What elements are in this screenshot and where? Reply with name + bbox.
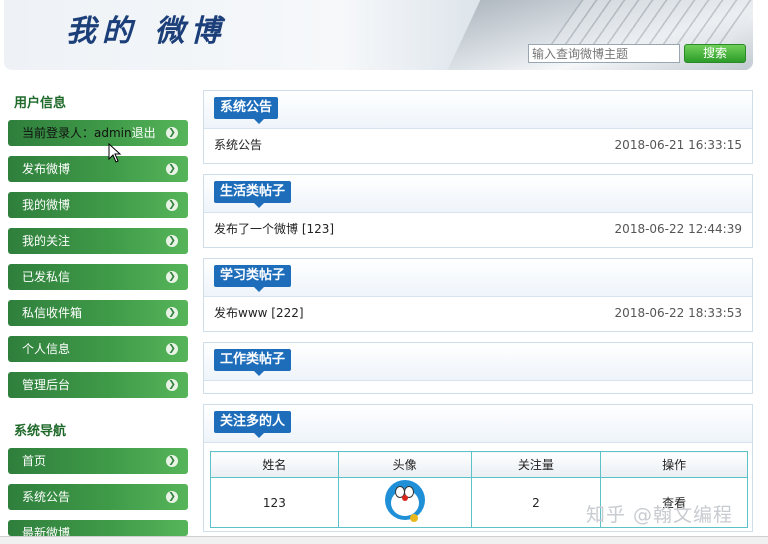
sidebar-item-label: 系统公告 bbox=[22, 490, 71, 504]
cell-avatar bbox=[337, 477, 472, 528]
current-user-label: 当前登录人： bbox=[22, 126, 95, 140]
chevron-right-icon: ❯ bbox=[166, 199, 178, 211]
table-header-row: 姓名 头像 关注量 操作 bbox=[210, 451, 748, 478]
chevron-right-icon: ❯ bbox=[166, 379, 178, 391]
panel-header: 学习类帖子 bbox=[204, 259, 752, 297]
sidebar-item-label: 我的微博 bbox=[22, 198, 71, 212]
list-item[interactable]: 发布www [222] 2018-06-22 18:33:53 bbox=[204, 297, 752, 329]
chevron-right-icon: ❯ bbox=[166, 127, 178, 139]
cell-name: 123 bbox=[210, 477, 339, 528]
post-title[interactable]: 系统公告 bbox=[214, 138, 262, 152]
header-banner: 我的 微博 搜索 bbox=[4, 0, 753, 70]
mouse-cursor-icon bbox=[108, 143, 122, 163]
panel-title: 系统公告 bbox=[214, 97, 279, 124]
sidebar-item-admin[interactable]: 管理后台 ❯ bbox=[8, 372, 188, 398]
nav-section-title: 系统导航 bbox=[14, 424, 67, 439]
user-section-title: 用户信息 bbox=[14, 96, 67, 111]
list-item[interactable]: 发布了一个微博 [123] 2018-06-22 12:44:39 bbox=[204, 213, 752, 245]
site-title: 我的 微博 bbox=[66, 14, 227, 49]
panel-title: 关注多的人 bbox=[214, 411, 292, 438]
sidebar-item-label: 最新微博 bbox=[22, 526, 71, 536]
chevron-right-icon: ❯ bbox=[166, 163, 178, 175]
panel-title: 学习类帖子 bbox=[214, 265, 292, 292]
search-input[interactable] bbox=[528, 44, 680, 63]
panel-header: 系统公告 bbox=[204, 91, 752, 129]
column-header-action: 操作 bbox=[600, 451, 748, 478]
panel-header: 工作类帖子 bbox=[204, 343, 752, 381]
chevron-right-icon: ❯ bbox=[166, 491, 178, 503]
sidebar-item-post-weibo[interactable]: 发布微博 ❯ bbox=[8, 156, 188, 182]
column-header-follows: 关注量 bbox=[470, 451, 602, 478]
sidebar-item-profile[interactable]: 个人信息 ❯ bbox=[8, 336, 188, 362]
sidebar-item-label: 我的关注 bbox=[22, 234, 71, 248]
announcement-panel: 系统公告 系统公告 2018-06-21 16:33:15 bbox=[203, 90, 753, 164]
sidebar-item-sent-messages[interactable]: 已发私信 ❯ bbox=[8, 264, 188, 290]
chevron-right-icon: ❯ bbox=[166, 271, 178, 283]
sidebar-item-announcements[interactable]: 系统公告 ❯ bbox=[8, 484, 188, 510]
sidebar-item-label: 管理后台 bbox=[22, 378, 71, 392]
sidebar-item-home[interactable]: 首页 ❯ bbox=[8, 448, 188, 474]
sidebar-item-inbox[interactable]: 私信收件箱 ❯ bbox=[8, 300, 188, 326]
sidebar-item-my-follows[interactable]: 我的关注 ❯ bbox=[8, 228, 188, 254]
sidebar-item-label: 首页 bbox=[22, 454, 47, 468]
watermark: 知乎 @翰文编程 bbox=[586, 504, 734, 526]
post-title[interactable]: 发布了一个微博 [123] bbox=[214, 222, 334, 236]
study-posts-panel: 学习类帖子 发布www [222] 2018-06-22 18:33:53 bbox=[203, 258, 753, 332]
sidebar-item-label: 私信收件箱 bbox=[22, 306, 83, 320]
chevron-right-icon: ❯ bbox=[166, 235, 178, 247]
work-posts-panel: 工作类帖子 bbox=[203, 342, 753, 394]
post-date: 2018-06-22 18:33:53 bbox=[614, 306, 742, 320]
chevron-right-icon: ❯ bbox=[166, 343, 178, 355]
panel-title: 生活类帖子 bbox=[214, 181, 292, 208]
post-title[interactable]: 发布www [222] bbox=[214, 306, 304, 320]
search-button[interactable]: 搜索 bbox=[684, 44, 746, 63]
sidebar-item-label: 已发私信 bbox=[22, 270, 71, 284]
cell-follows: 2 bbox=[470, 477, 602, 528]
banner-keyboard-image bbox=[546, 0, 753, 50]
current-user-name: admin bbox=[94, 126, 132, 140]
life-posts-panel: 生活类帖子 发布了一个微博 [123] 2018-06-22 12:44:39 bbox=[203, 174, 753, 248]
sidebar-item-my-weibo[interactable]: 我的微博 ❯ bbox=[8, 192, 188, 218]
column-header-name: 姓名 bbox=[210, 451, 339, 478]
sidebar-item-label: 个人信息 bbox=[22, 342, 71, 356]
chevron-right-icon: ❯ bbox=[166, 307, 178, 319]
column-header-avatar: 头像 bbox=[337, 451, 472, 478]
chevron-right-icon: ❯ bbox=[166, 455, 178, 467]
panel-header: 关注多的人 bbox=[204, 405, 752, 443]
logout-link[interactable]: 退出 bbox=[132, 126, 156, 140]
current-user-item: 当前登录人：admin退出 ❯ bbox=[8, 120, 188, 146]
panel-header: 生活类帖子 bbox=[204, 175, 752, 213]
list-item[interactable]: 系统公告 2018-06-21 16:33:15 bbox=[204, 129, 752, 161]
sidebar-item-latest-weibo[interactable]: 最新微博 bbox=[8, 520, 188, 536]
post-date: 2018-06-22 12:44:39 bbox=[614, 222, 742, 236]
post-date: 2018-06-21 16:33:15 bbox=[614, 138, 742, 152]
doraemon-avatar-icon[interactable] bbox=[382, 478, 428, 524]
sidebar-item-label: 发布微博 bbox=[22, 162, 71, 176]
bottom-status-strip bbox=[0, 536, 768, 544]
panel-title: 工作类帖子 bbox=[214, 349, 292, 376]
